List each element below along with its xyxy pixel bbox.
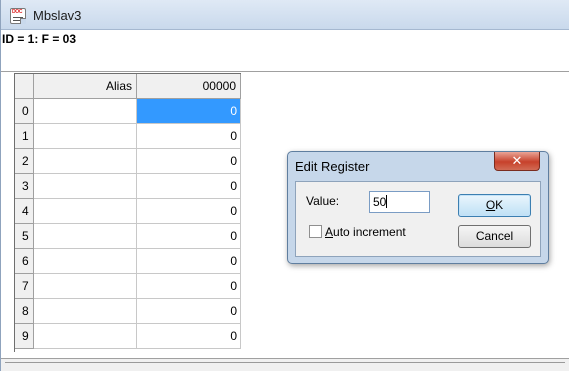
register-value-cell[interactable]: 0: [137, 299, 241, 324]
register-value-cell[interactable]: 0: [137, 149, 241, 174]
column-header-alias[interactable]: Alias: [34, 74, 137, 99]
dialog-title: Edit Register: [295, 159, 370, 174]
alias-cell[interactable]: [34, 299, 137, 324]
register-value-cell[interactable]: 0: [137, 224, 241, 249]
auto-increment-label[interactable]: Auto increment: [325, 225, 406, 239]
row-header[interactable]: 4: [15, 199, 34, 224]
dialog-close-button[interactable]: ✕: [494, 152, 540, 171]
window-title: Mbslav3: [33, 8, 82, 23]
row-header[interactable]: 5: [15, 224, 34, 249]
cancel-button[interactable]: Cancel: [458, 225, 531, 248]
value-label: Value:: [306, 194, 340, 208]
alias-cell[interactable]: [34, 124, 137, 149]
text-caret: [386, 195, 388, 208]
auto-increment-checkbox[interactable]: [309, 225, 322, 238]
alias-cell[interactable]: [34, 324, 137, 349]
alias-cell[interactable]: [34, 149, 137, 174]
row-header[interactable]: 0: [15, 99, 34, 124]
app-document-icon[interactable]: DOC: [10, 8, 26, 24]
value-input[interactable]: 50: [369, 191, 430, 213]
alias-cell[interactable]: [34, 224, 137, 249]
register-value-cell[interactable]: 0: [137, 99, 241, 124]
edit-register-dialog: Edit Register ✕ Value: 50 Auto increment…: [287, 151, 549, 264]
status-bar-pane: [5, 362, 565, 370]
slave-function-text: ID = 1: F = 03: [2, 32, 77, 46]
dialog-body: Value: 50 Auto increment OK Cancel: [295, 181, 541, 257]
row-header[interactable]: 9: [15, 324, 34, 349]
row-header[interactable]: 8: [15, 299, 34, 324]
value-input-text: 50: [373, 195, 387, 209]
status-bar: [1, 358, 569, 371]
register-grid: Alias 00000 0 0 1 0 2 0 3 0 4 0 5 0 6 0 7 0 8 0 9 0: [14, 73, 241, 352]
alias-cell[interactable]: [34, 249, 137, 274]
ok-button[interactable]: OK: [458, 194, 531, 217]
app-icon-text: DOC: [12, 9, 23, 15]
column-header-register[interactable]: 00000: [137, 74, 241, 99]
row-header[interactable]: 7: [15, 274, 34, 299]
register-value-cell[interactable]: 0: [137, 324, 241, 349]
register-value-cell[interactable]: 0: [137, 124, 241, 149]
row-header[interactable]: 3: [15, 174, 34, 199]
connection-info-bar: ID = 1: F = 03: [1, 30, 569, 72]
register-value-cell[interactable]: 0: [137, 249, 241, 274]
register-value-cell[interactable]: 0: [137, 199, 241, 224]
row-header[interactable]: 1: [15, 124, 34, 149]
register-value-cell[interactable]: 0: [137, 274, 241, 299]
close-icon: ✕: [511, 153, 523, 168]
alias-cell[interactable]: [34, 174, 137, 199]
register-value-cell[interactable]: 0: [137, 174, 241, 199]
alias-cell[interactable]: [34, 99, 137, 124]
row-header[interactable]: 6: [15, 249, 34, 274]
row-header[interactable]: 2: [15, 149, 34, 174]
alias-cell[interactable]: [34, 274, 137, 299]
alias-cell[interactable]: [34, 199, 137, 224]
main-window: DOC Mbslav3 ID = 1: F = 03 Alias 00000 0 0 1…: [0, 0, 569, 371]
grid-corner-header: [15, 74, 34, 99]
title-bar[interactable]: DOC Mbslav3: [1, 0, 569, 30]
